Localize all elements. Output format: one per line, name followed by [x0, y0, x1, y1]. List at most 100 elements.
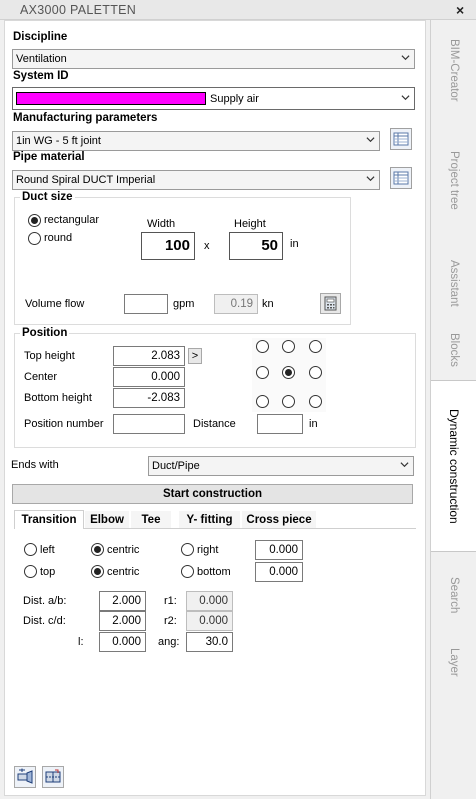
pipe-material-select[interactable]: Round Spiral DUCT Imperial: [12, 170, 380, 190]
anchor-middle-right-radio[interactable]: [309, 366, 322, 379]
anchor-top-left-radio[interactable]: [256, 340, 269, 353]
distance-input[interactable]: [257, 414, 303, 434]
tab-transition[interactable]: Transition: [14, 510, 84, 529]
edit-fitting-button[interactable]: [42, 766, 64, 788]
align-left-label: left: [40, 544, 55, 556]
side-tab-blocks[interactable]: Blocks: [431, 320, 476, 380]
length-label: l:: [78, 636, 84, 648]
width-label: Width: [147, 218, 176, 230]
side-tab-layer[interactable]: Layer: [431, 632, 476, 692]
pipe-material-value: Round Spiral DUCT Imperial: [16, 174, 156, 186]
volume-flow-input[interactable]: [124, 294, 168, 314]
center-input[interactable]: 0.000: [113, 367, 185, 387]
round-radio[interactable]: [28, 232, 41, 245]
discipline-value: Ventilation: [16, 53, 67, 65]
dist-ab-input[interactable]: 2.000: [99, 591, 146, 611]
side-tab-search[interactable]: Search: [431, 565, 476, 625]
tab-tee[interactable]: Tee: [131, 511, 171, 529]
velocity-unit: kn: [262, 298, 274, 310]
chevron-down-icon: [401, 55, 410, 61]
width-input[interactable]: 100: [141, 232, 195, 260]
side-tab-label: Dynamic construction: [447, 408, 461, 524]
align-top-radio[interactable]: [24, 565, 37, 578]
system-id-label: System ID: [13, 70, 69, 82]
tab-y-fitting[interactable]: Y- fitting: [179, 511, 240, 529]
rectangular-radio[interactable]: [28, 214, 41, 227]
ends-with-value: Duct/Pipe: [152, 460, 200, 472]
align-bottom-radio[interactable]: [181, 565, 194, 578]
bottom-height-label: Bottom height: [24, 392, 92, 404]
discipline-label: Discipline: [13, 31, 68, 43]
side-tab-dynamic-construction[interactable]: Dynamic construction: [431, 380, 476, 552]
anchor-bottom-right-radio[interactable]: [309, 395, 322, 408]
position-number-input[interactable]: [113, 414, 185, 434]
position-title: Position: [20, 327, 70, 339]
align-right-radio[interactable]: [181, 543, 194, 556]
top-height-input[interactable]: 2.083: [113, 346, 185, 366]
r1-input[interactable]: 0.000: [186, 591, 233, 611]
volume-flow-unit: gpm: [173, 298, 195, 310]
calculator-icon: [324, 296, 337, 311]
side-tab-assistant[interactable]: Assistant: [431, 238, 476, 328]
length-input[interactable]: 0.000: [99, 632, 146, 652]
ends-with-label: Ends with: [11, 459, 59, 471]
side-tab-project-tree[interactable]: Project tree: [431, 130, 476, 230]
distance-label: Distance: [193, 418, 236, 430]
discipline-select[interactable]: Ventilation: [12, 49, 415, 69]
side-tab-bim-creator[interactable]: BIM-Creator: [431, 20, 476, 120]
rectangular-label: rectangular: [44, 214, 100, 226]
align-top-label: top: [40, 566, 56, 578]
bottom-height-input[interactable]: -2.083: [113, 388, 185, 408]
start-construction-button[interactable]: Start construction: [12, 484, 413, 504]
pipe-material-table-button[interactable]: [390, 167, 412, 189]
duct-insert-icon: [17, 768, 33, 784]
vertical-offset-input[interactable]: 0.000: [255, 562, 303, 582]
table-icon: [393, 132, 409, 146]
close-icon[interactable]: ×: [456, 2, 464, 18]
side-tab-strip: BIM-Creator Project tree Assistant Block…: [430, 20, 476, 799]
r1-label: r1:: [164, 595, 177, 607]
distance-unit: in: [309, 418, 318, 430]
anchor-bottom-left-radio[interactable]: [256, 395, 269, 408]
anchor-middle-left-radio[interactable]: [256, 366, 269, 379]
dist-cd-label: Dist. c/d:: [23, 615, 66, 627]
anchor-center-radio[interactable]: [282, 366, 295, 379]
system-id-value: Supply air: [210, 92, 259, 105]
calculator-button[interactable]: [320, 293, 341, 314]
dist-cd-input[interactable]: 2.000: [99, 611, 146, 631]
align-h-centric-label: centric: [107, 544, 140, 556]
system-id-select[interactable]: Supply air: [12, 87, 415, 110]
anchor-bottom-center-radio[interactable]: [282, 395, 295, 408]
ends-with-select[interactable]: Duct/Pipe: [148, 456, 414, 476]
table-icon: [393, 171, 409, 185]
align-v-centric-label: centric: [107, 566, 140, 578]
angle-input[interactable]: 30.0: [186, 632, 233, 652]
align-left-radio[interactable]: [24, 543, 37, 556]
tab-cross-piece[interactable]: Cross piece: [242, 511, 316, 529]
size-unit: in: [290, 238, 299, 250]
insert-fitting-button[interactable]: [14, 766, 36, 788]
manufacturing-table-button[interactable]: [390, 128, 412, 150]
height-label: Height: [234, 218, 266, 230]
manufacturing-select[interactable]: 1in WG - 5 ft joint: [12, 131, 380, 151]
align-h-centric-radio[interactable]: [91, 543, 104, 556]
anchor-top-center-radio[interactable]: [282, 340, 295, 353]
r2-input[interactable]: 0.000: [186, 611, 233, 631]
pipe-material-label: Pipe material: [13, 151, 85, 163]
times-separator: x: [204, 240, 210, 252]
anchor-top-right-radio[interactable]: [309, 340, 322, 353]
align-bottom-label: bottom: [197, 566, 231, 578]
tab-elbow[interactable]: Elbow: [85, 511, 129, 529]
chevron-down-icon: [400, 462, 409, 468]
duct-size-title: Duct size: [20, 191, 75, 203]
angle-label: ang:: [158, 636, 180, 648]
top-height-arrow-button[interactable]: >: [188, 348, 202, 364]
horizontal-offset-input[interactable]: 0.000: [255, 540, 303, 560]
align-v-centric-radio[interactable]: [91, 565, 104, 578]
volume-flow-label: Volume flow: [25, 298, 85, 310]
center-label: Center: [24, 371, 58, 383]
duct-edit-icon: [45, 769, 61, 783]
palette-title: AX3000 PALETTEN: [20, 3, 137, 17]
dist-ab-label: Dist. a/b:: [23, 595, 67, 607]
height-input[interactable]: 50: [229, 232, 283, 260]
